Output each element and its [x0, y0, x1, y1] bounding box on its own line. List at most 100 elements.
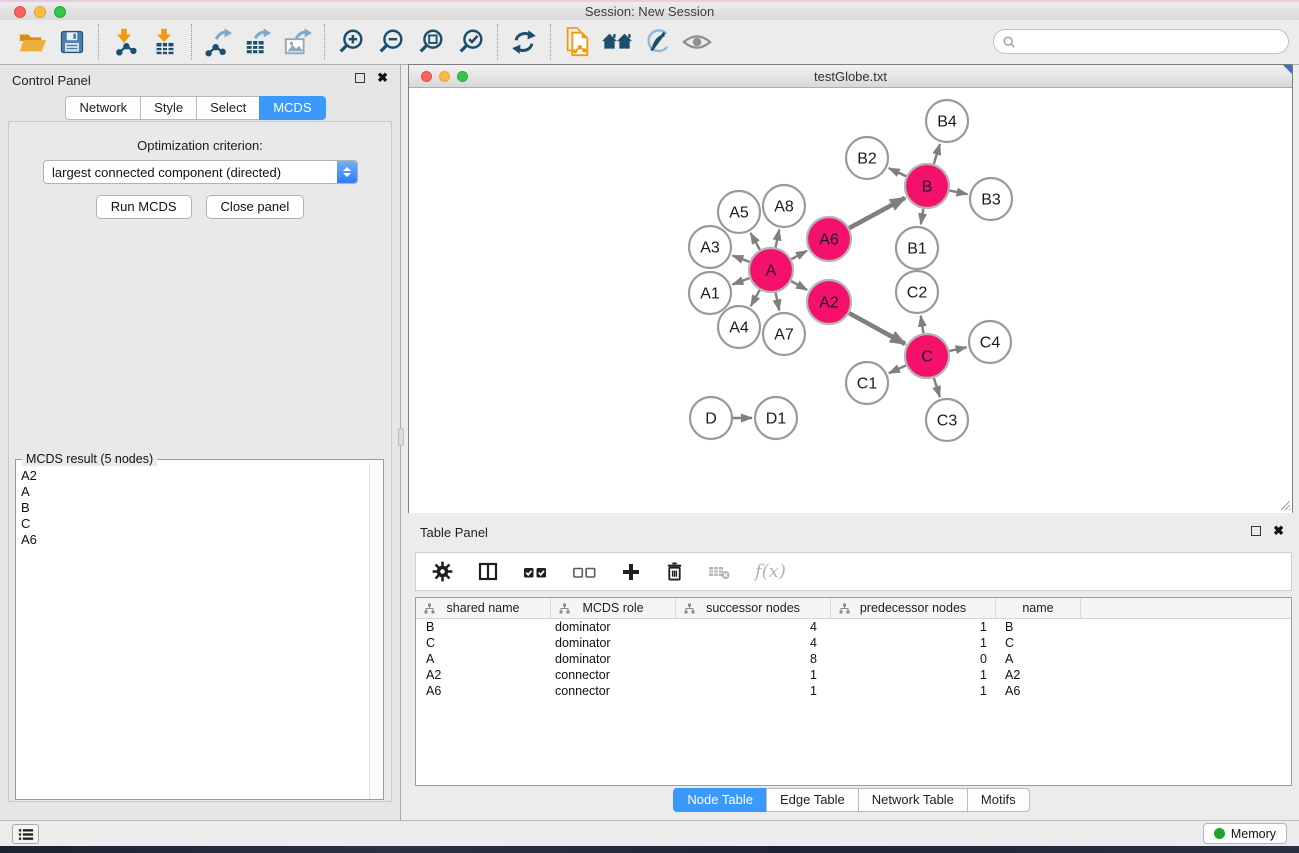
task-history-button[interactable]: [12, 824, 39, 844]
delete-table-icon[interactable]: [708, 563, 731, 581]
tab-style[interactable]: Style: [140, 96, 197, 120]
graph-edge[interactable]: [776, 230, 780, 248]
mcds-result-item[interactable]: A: [21, 484, 364, 500]
table-cell[interactable]: 1: [676, 668, 831, 682]
table-row[interactable]: A6connector11A6: [416, 683, 1291, 699]
table-cell[interactable]: A6: [416, 684, 551, 698]
zoom-in-icon[interactable]: [331, 24, 371, 60]
panel-divider-grip[interactable]: [398, 428, 404, 446]
column-header-predecessor-nodes[interactable]: predecessor nodes: [831, 598, 996, 618]
graph-edge[interactable]: [889, 365, 906, 373]
tab-node-table[interactable]: Node Table: [673, 788, 767, 812]
graph-edge[interactable]: [934, 378, 940, 397]
table-row[interactable]: Cdominator41C: [416, 635, 1291, 651]
table-cell[interactable]: connector: [551, 668, 676, 682]
export-image-icon[interactable]: [278, 24, 318, 60]
mcds-result-list[interactable]: A2ABCA6: [17, 464, 368, 798]
close-table-panel-icon[interactable]: ✖: [1273, 526, 1284, 536]
table-cell[interactable]: 4: [676, 636, 831, 650]
graph-edge[interactable]: [791, 281, 807, 290]
search-input[interactable]: [1021, 32, 1288, 52]
table-cell[interactable]: 8: [676, 652, 831, 666]
table-cell[interactable]: C: [996, 636, 1081, 650]
memory-button[interactable]: Memory: [1203, 823, 1287, 844]
select-all-checkboxes-icon[interactable]: [523, 564, 548, 580]
close-panel-button[interactable]: Close panel: [206, 195, 305, 219]
table-cell[interactable]: 1: [831, 684, 996, 698]
table-cell[interactable]: dominator: [551, 652, 676, 666]
close-panel-icon[interactable]: ✖: [377, 73, 388, 83]
criterion-dropdown[interactable]: largest connected component (directed): [43, 160, 358, 184]
zoom-out-icon[interactable]: [371, 24, 411, 60]
mcds-result-item[interactable]: A6: [21, 532, 364, 548]
graph-edge[interactable]: [732, 278, 749, 284]
graph-edge[interactable]: [934, 144, 940, 164]
table-cell[interactable]: B: [996, 620, 1081, 634]
table-cell[interactable]: B: [416, 620, 551, 634]
network-canvas[interactable]: B4B2BB3A5A8A6A3B1AC2A1A2A4A7C4CC1DD1C3: [409, 88, 1292, 513]
refresh-layout-icon[interactable]: [504, 24, 544, 60]
column-header-name[interactable]: name: [996, 598, 1081, 618]
mcds-result-item[interactable]: A2: [21, 468, 364, 484]
import-table-icon[interactable]: [145, 24, 185, 60]
delete-column-icon[interactable]: [665, 561, 684, 582]
table-row[interactable]: Adominator80A: [416, 651, 1291, 667]
tab-motifs[interactable]: Motifs: [967, 788, 1030, 812]
gene-view-icon[interactable]: [637, 24, 677, 60]
table-cell[interactable]: 1: [831, 620, 996, 634]
resize-grip-icon[interactable]: [1277, 497, 1291, 511]
tab-edge-table[interactable]: Edge Table: [766, 788, 859, 812]
table-cell[interactable]: dominator: [551, 636, 676, 650]
graph-edge[interactable]: [776, 293, 780, 311]
tab-network-table[interactable]: Network Table: [858, 788, 968, 812]
table-cell[interactable]: A6: [996, 684, 1081, 698]
gear-icon[interactable]: [432, 561, 453, 582]
table-row[interactable]: Bdominator41B: [416, 619, 1291, 635]
graph-edge[interactable]: [921, 209, 924, 225]
network-window-titlebar[interactable]: testGlobe.txt: [409, 65, 1292, 88]
table-cell[interactable]: A: [416, 652, 551, 666]
column-header-successor-nodes[interactable]: successor nodes: [676, 598, 831, 618]
table-cell[interactable]: connector: [551, 684, 676, 698]
open-file-icon[interactable]: [12, 24, 52, 60]
export-network-icon[interactable]: [198, 24, 238, 60]
zoom-selected-icon[interactable]: [451, 24, 491, 60]
table-cell[interactable]: 0: [831, 652, 996, 666]
run-mcds-button[interactable]: Run MCDS: [96, 195, 192, 219]
column-header-shared-name[interactable]: shared name: [416, 598, 551, 618]
graph-edge[interactable]: [921, 316, 924, 334]
table-cell[interactable]: 1: [831, 668, 996, 682]
network-file-icon[interactable]: [557, 24, 597, 60]
graph-edge[interactable]: [732, 255, 749, 261]
export-table-icon[interactable]: [238, 24, 278, 60]
graph-edge[interactable]: [791, 251, 807, 259]
table-cell[interactable]: A2: [416, 668, 551, 682]
tab-select[interactable]: Select: [196, 96, 260, 120]
tab-network[interactable]: Network: [65, 96, 141, 120]
table-row[interactable]: A2connector11A2: [416, 667, 1291, 683]
float-table-panel-icon[interactable]: [1251, 526, 1261, 536]
deselect-all-checkboxes-icon[interactable]: [572, 564, 597, 580]
network-graph[interactable]: B4B2BB3A5A8A6A3B1AC2A1A2A4A7C4CC1DD1C3: [409, 88, 1292, 513]
zoom-fit-icon[interactable]: [411, 24, 451, 60]
graph-edge[interactable]: [889, 168, 906, 176]
graph-edge[interactable]: [751, 290, 760, 306]
float-panel-icon[interactable]: [355, 73, 365, 83]
table-cell[interactable]: dominator: [551, 620, 676, 634]
table-cell[interactable]: 4: [676, 620, 831, 634]
mcds-result-item[interactable]: B: [21, 500, 364, 516]
graph-edge[interactable]: [751, 233, 760, 250]
mcds-result-item[interactable]: C: [21, 516, 364, 532]
import-network-icon[interactable]: [105, 24, 145, 60]
table-cell[interactable]: C: [416, 636, 551, 650]
houses-icon[interactable]: [597, 24, 637, 60]
split-columns-icon[interactable]: [477, 561, 499, 582]
table-cell[interactable]: A2: [996, 668, 1081, 682]
graph-edge[interactable]: [849, 198, 905, 228]
add-column-icon[interactable]: [621, 562, 641, 582]
table-cell[interactable]: A: [996, 652, 1081, 666]
table-cell[interactable]: 1: [676, 684, 831, 698]
eye-icon[interactable]: [677, 24, 717, 60]
graph-edge[interactable]: [949, 347, 966, 351]
result-scrollbar[interactable]: [369, 463, 383, 799]
